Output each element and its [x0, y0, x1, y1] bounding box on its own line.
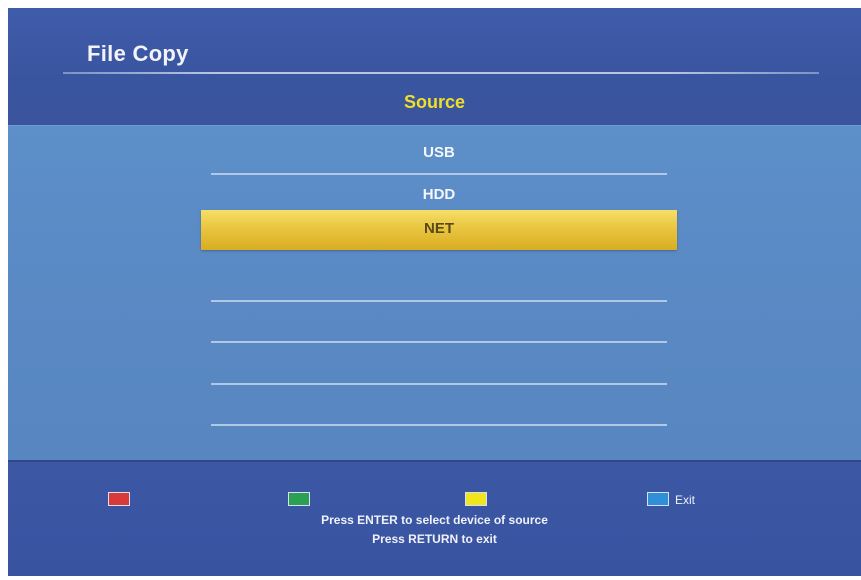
- yellow-key-icon[interactable]: [465, 492, 487, 506]
- footer-help-bar: Exit Press ENTER to select device of sou…: [8, 460, 861, 576]
- page-title: File Copy: [87, 41, 189, 66]
- hint-enter: Press ENTER to select device of source: [321, 513, 548, 527]
- header: File Copy Source: [8, 8, 861, 125]
- row-divider: [211, 173, 667, 175]
- option-label: NET: [424, 220, 454, 237]
- exit-label: Exit: [675, 493, 696, 507]
- hint-return: Press RETURN to exit: [372, 532, 497, 546]
- red-key-icon[interactable]: [108, 492, 130, 506]
- title-divider: [63, 72, 819, 74]
- source-option-empty-3[interactable]: [201, 344, 677, 385]
- section-title-source: Source: [403, 92, 466, 112]
- source-option-net[interactable]: NET: [201, 210, 677, 250]
- option-label: HDD: [422, 186, 456, 203]
- green-key-icon[interactable]: [288, 492, 310, 506]
- row-divider: [211, 424, 667, 426]
- source-option-usb[interactable]: USB: [201, 134, 677, 175]
- source-option-empty-4[interactable]: [201, 385, 677, 426]
- source-option-empty-1[interactable]: [201, 261, 677, 302]
- option-label: USB: [423, 144, 455, 161]
- source-list: USB HDD NET: [8, 125, 861, 461]
- blue-key-icon[interactable]: [647, 492, 669, 506]
- source-option-empty-2[interactable]: [201, 302, 677, 343]
- file-copy-screen: File Copy Source USB HDD NET Exit Press …: [8, 8, 861, 576]
- row-divider: [211, 341, 667, 343]
